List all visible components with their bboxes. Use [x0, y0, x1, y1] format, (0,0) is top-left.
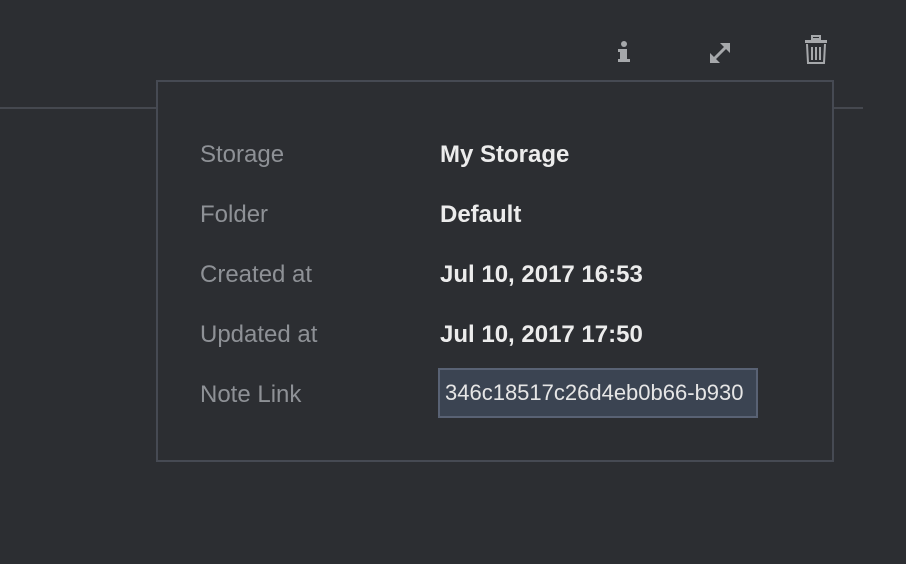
created-at-value: Jul 10, 2017 16:53 — [440, 261, 643, 288]
updated-at-value: Jul 10, 2017 17:50 — [440, 321, 643, 348]
info-row-storage: Storage My Storage — [200, 140, 820, 170]
note-link-field[interactable] — [438, 368, 758, 418]
note-info-panel: Storage My Storage Folder Default Create… — [156, 80, 834, 462]
expand-icon[interactable] — [703, 36, 737, 70]
info-row-updated-at: Updated at Jul 10, 2017 17:50 — [200, 320, 820, 350]
updated-at-label: Updated at — [200, 321, 318, 348]
info-row-folder: Folder Default — [200, 200, 820, 230]
note-link-label: Note Link — [200, 381, 302, 408]
storage-value: My Storage — [440, 141, 570, 168]
storage-label: Storage — [200, 141, 285, 168]
folder-label: Folder — [200, 201, 269, 228]
folder-value: Default — [440, 201, 522, 228]
note-detail-view: Storage My Storage Folder Default Create… — [0, 0, 906, 564]
info-row-created-at: Created at Jul 10, 2017 16:53 — [200, 260, 820, 290]
created-at-label: Created at — [200, 261, 313, 288]
info-icon[interactable] — [608, 36, 640, 68]
trash-icon[interactable] — [800, 33, 832, 67]
